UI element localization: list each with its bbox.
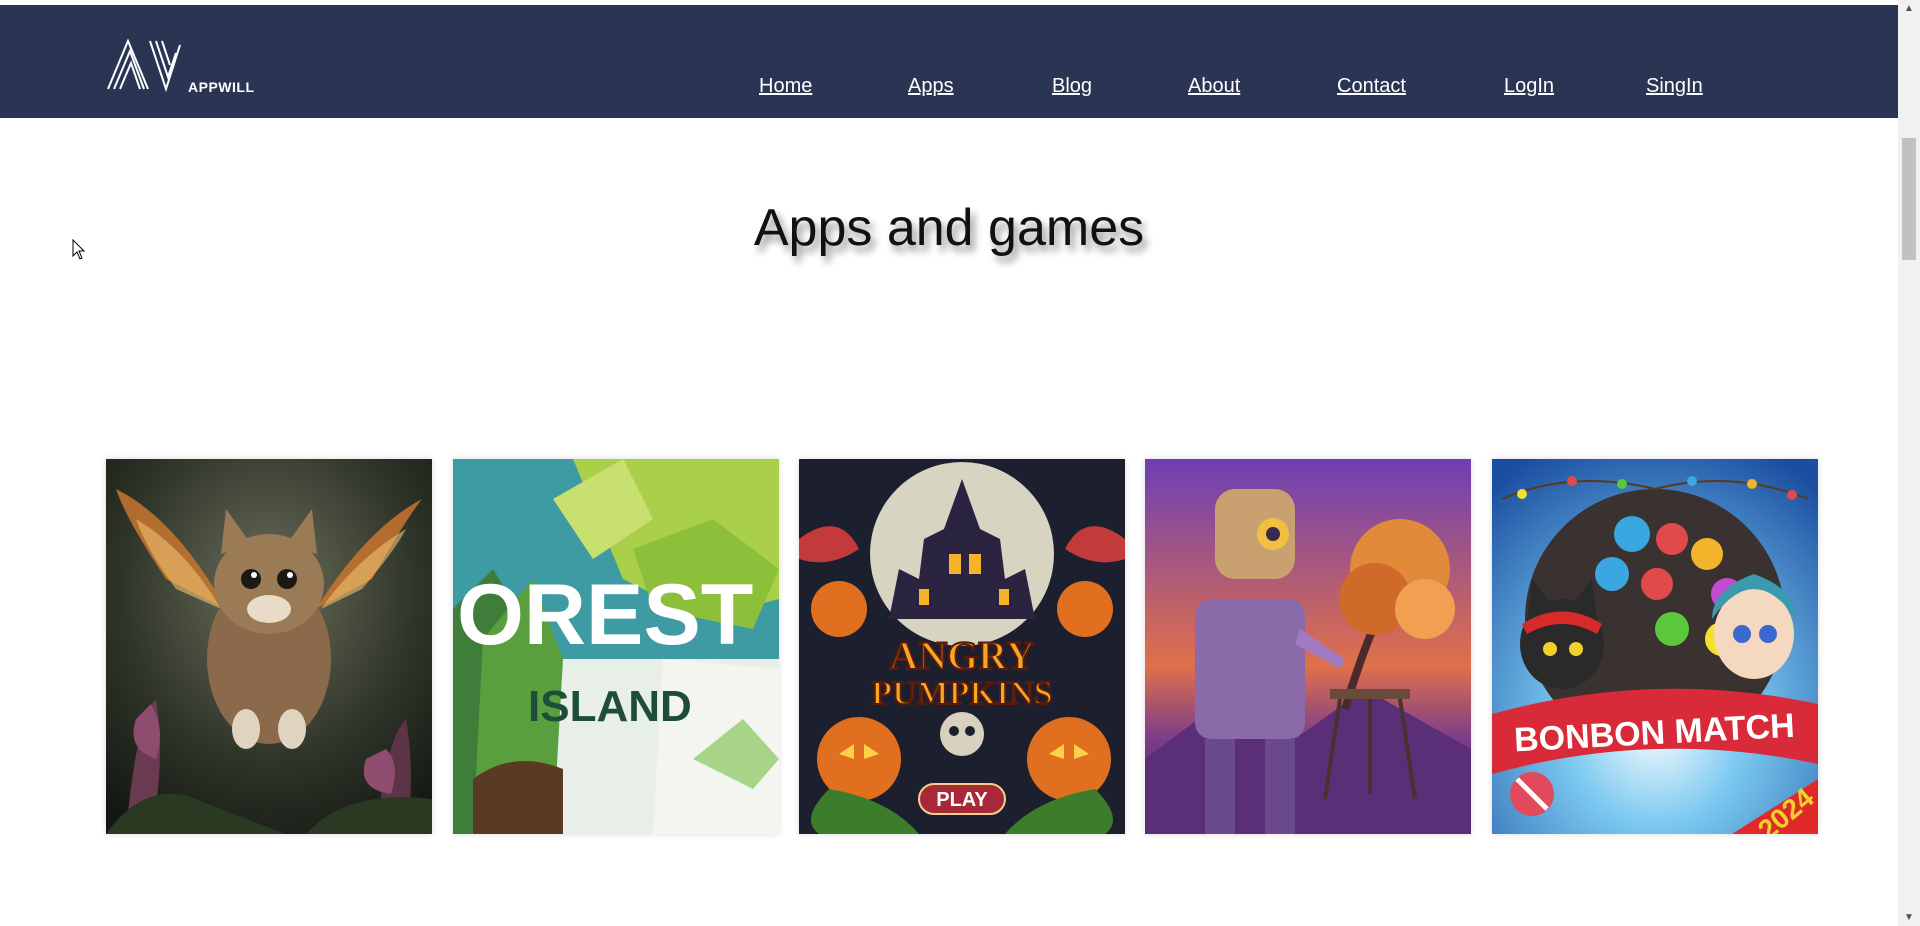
nav-contact-link[interactable]: Contact bbox=[1337, 75, 1406, 98]
scroll-up-arrow-icon[interactable]: ▲ bbox=[1898, 0, 1920, 17]
app-card-angry-pumpkins[interactable]: ANGRY PUMPKINS PLAY bbox=[799, 459, 1125, 834]
page-title: Apps and games bbox=[753, 199, 1145, 257]
angry-pumpkins-image: ANGRY PUMPKINS PLAY bbox=[799, 459, 1125, 834]
nav-blog-link[interactable]: Blog bbox=[1052, 75, 1092, 98]
forest-title-art: OREST bbox=[457, 567, 753, 663]
page-scrollbar[interactable]: ▲ ▼ bbox=[1898, 0, 1920, 926]
appwill-logo[interactable]: APPWILL bbox=[106, 37, 256, 95]
app-card-bonbon-match[interactable]: BONBON MATCH 2024 bbox=[1492, 459, 1818, 834]
play-label-art: PLAY bbox=[936, 789, 988, 811]
app-card-forest-island[interactable]: OREST ISLAND bbox=[453, 459, 779, 834]
robot-painter-image bbox=[1145, 459, 1471, 834]
bonbon-match-image: BONBON MATCH 2024 bbox=[1492, 459, 1818, 834]
site-header: APPWILL Home Apps Blog About Contact Log… bbox=[0, 5, 1898, 118]
app-card-flying-cat[interactable] bbox=[106, 459, 432, 834]
nav-home-link[interactable]: Home bbox=[759, 75, 812, 98]
pumpkins-title-art: PUMPKINS bbox=[871, 675, 1052, 712]
angry-title-art: ANGRY bbox=[889, 633, 1034, 678]
nav-login-link[interactable]: LogIn bbox=[1504, 75, 1554, 98]
island-title-art: ISLAND bbox=[528, 682, 692, 731]
flying-cat-image bbox=[106, 459, 432, 834]
mouse-cursor-icon bbox=[72, 239, 86, 260]
scrollbar-thumb[interactable] bbox=[1902, 138, 1916, 260]
forest-island-image: OREST ISLAND bbox=[453, 459, 779, 834]
app-card-robot-painter[interactable] bbox=[1145, 459, 1471, 834]
nav-about-link[interactable]: About bbox=[1188, 75, 1240, 98]
nav-apps-link[interactable]: Apps bbox=[908, 75, 954, 98]
nav-signin-link[interactable]: SingIn bbox=[1646, 75, 1703, 98]
logo-text: APPWILL bbox=[188, 79, 255, 95]
scroll-down-arrow-icon[interactable]: ▼ bbox=[1898, 909, 1920, 926]
page: APPWILL Home Apps Blog About Contact Log… bbox=[0, 0, 1920, 926]
